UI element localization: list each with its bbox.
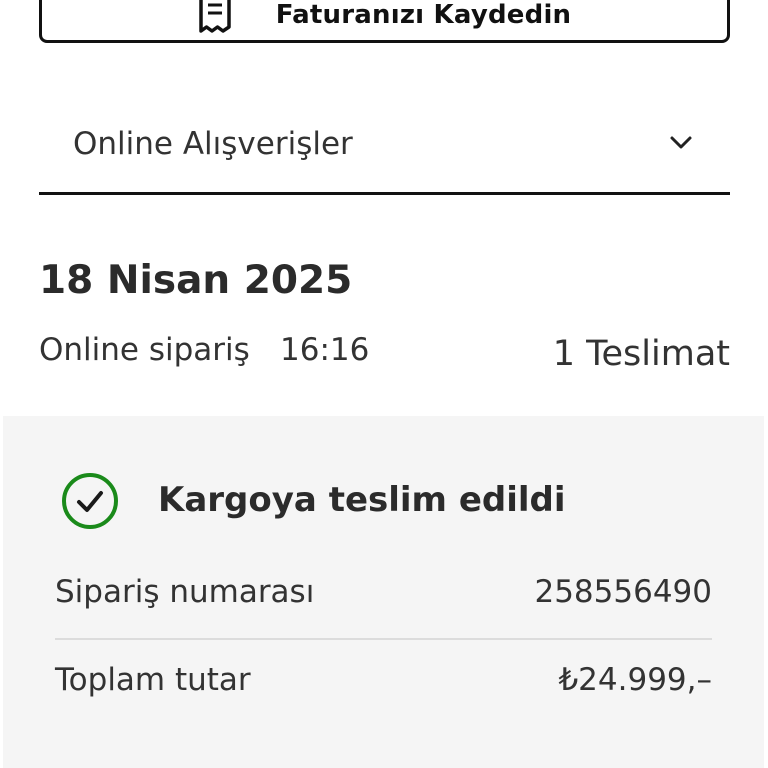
receipt-icon	[198, 0, 232, 35]
order-number-value: 258556490	[534, 574, 712, 610]
save-invoice-label: Faturanızı Kaydedin	[275, 0, 572, 30]
delivery-count: 1 Teslimat	[552, 334, 730, 374]
save-invoice-button[interactable]: Faturanızı Kaydedin	[39, 0, 730, 43]
delivery-status: Kargoya teslim edildi	[158, 480, 566, 520]
divider	[55, 638, 712, 640]
order-time: 16:16	[280, 332, 370, 368]
order-number-label: Sipariş numarası	[55, 574, 315, 610]
total-amount-value: ₺24.999,–	[558, 662, 712, 698]
order-filter-dropdown[interactable]: Online Alışverişler	[39, 110, 730, 195]
chevron-down-icon	[668, 133, 694, 153]
total-amount-label: Toplam tutar	[55, 662, 251, 698]
order-date: 18 Nisan 2025	[39, 258, 353, 303]
order-filter-value: Online Alışverişler	[73, 126, 353, 162]
delivery-card[interactable]: Kargoya teslim edildi Sipariş numarası 2…	[3, 416, 764, 768]
check-circle-icon	[61, 472, 119, 530]
order-type: Online sipariş	[39, 332, 250, 368]
